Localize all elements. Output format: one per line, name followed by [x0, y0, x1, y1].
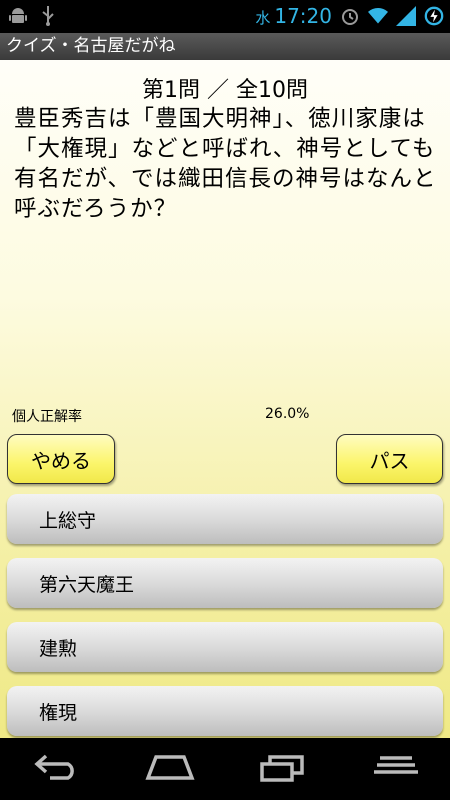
status-bar: 水 17:20 [0, 0, 450, 33]
pass-button[interactable]: パス [336, 434, 443, 484]
pass-button-label: パス [369, 448, 410, 473]
answer-label: 権現 [39, 701, 78, 724]
usb-icon [38, 6, 58, 26]
recent-apps-button[interactable] [253, 752, 313, 786]
battery-charging-icon [424, 6, 444, 26]
menu-icon [370, 754, 420, 784]
question-text: 豊臣秀吉は「豊国大明神」、徳川家康は「大権現」などと呼ばれ、神号としても有名だが… [14, 106, 437, 222]
answer-label: 建勲 [39, 637, 78, 660]
correct-rate-label: 個人正解率 [12, 409, 82, 425]
alarm-icon [340, 6, 360, 26]
answer-button-4[interactable]: 権現 [7, 686, 443, 736]
answer-button-3[interactable]: 建勲 [7, 622, 443, 672]
day-of-week: 水 [255, 9, 271, 27]
answer-label: 第六天魔王 [39, 573, 135, 596]
app-title: クイズ・名古屋だがね [6, 36, 176, 56]
quiz-screen: 第1問 ／ 全10問 豊臣秀吉は「豊国大明神」、徳川家康は「大権現」などと呼ばれ… [0, 60, 450, 738]
answer-button-1[interactable]: 上総守 [7, 494, 443, 544]
answer-label: 上総守 [39, 509, 97, 532]
app-title-bar: クイズ・名古屋だがね [0, 33, 450, 60]
quit-button[interactable]: やめる [7, 434, 115, 484]
android-debug-icon [8, 6, 28, 26]
answer-button-2[interactable]: 第六天魔王 [7, 558, 443, 608]
back-icon [34, 754, 80, 784]
home-button[interactable] [140, 752, 200, 786]
wifi-icon [368, 6, 388, 26]
menu-button[interactable] [365, 752, 425, 786]
back-button[interactable] [27, 752, 87, 786]
signal-icon [396, 6, 416, 26]
quit-button-label: やめる [31, 448, 91, 473]
question-number: 第1問 ／ 全10問 [142, 78, 308, 103]
correct-rate-value: 26.0% [265, 406, 310, 422]
navigation-bar [0, 738, 450, 800]
clock: 水 17:20 [255, 4, 332, 28]
recent-apps-icon [260, 752, 306, 786]
home-icon [145, 754, 195, 784]
time: 17:20 [274, 4, 332, 28]
